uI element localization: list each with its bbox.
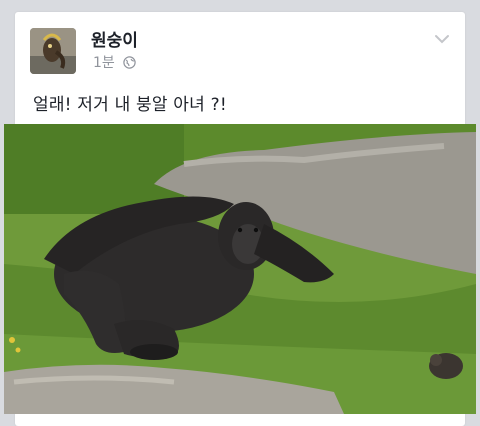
chevron-down-icon[interactable]: [433, 30, 451, 44]
gorilla-photo[interactable]: [4, 124, 476, 414]
post-text: 얼래! 저거 내 붕알 아녀 ?!: [33, 95, 227, 115]
timestamp[interactable]: 1분: [93, 52, 115, 72]
post-meta: 1분: [93, 52, 136, 72]
avatar[interactable]: [30, 28, 76, 74]
globe-icon: [123, 55, 136, 69]
author-name[interactable]: 원숭이: [91, 26, 138, 51]
